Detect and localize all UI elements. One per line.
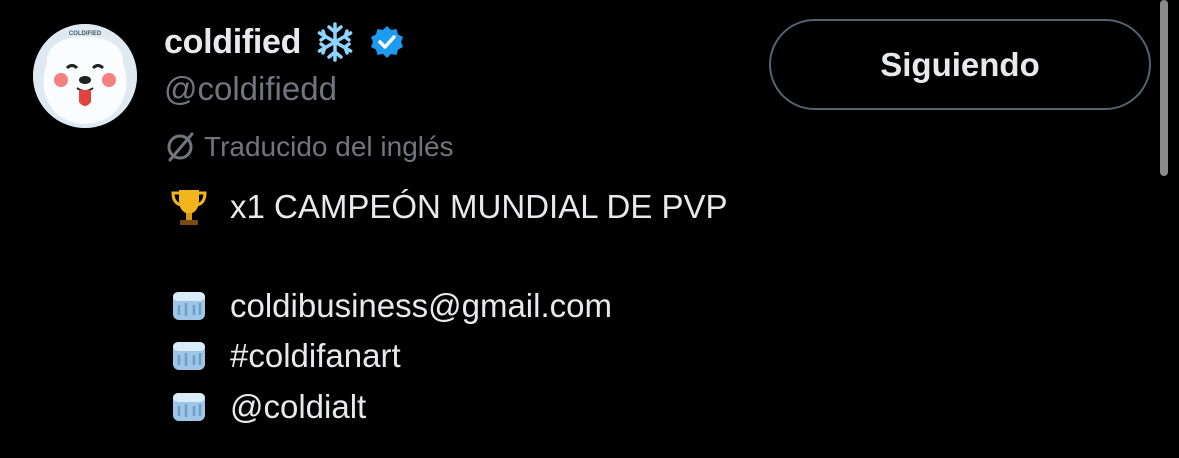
avatar-label: COLDIFIED	[69, 31, 102, 37]
scrollbar-thumb[interactable]	[1160, 0, 1168, 176]
following-button[interactable]: Siguiendo	[769, 19, 1151, 110]
user-handle[interactable]: @coldifiedd	[164, 70, 337, 108]
name-row: coldified	[164, 20, 405, 64]
translation-notice[interactable]: Traducido del inglés	[164, 128, 454, 166]
trophy-icon	[166, 184, 212, 230]
snowflake-icon	[313, 20, 357, 64]
bio-line-hashtag: #coldifanart	[166, 333, 401, 379]
ice-cube-icon	[166, 283, 212, 329]
bio-headline: x1 CAMPEÓN MUNDIAL DE PVP	[166, 184, 728, 230]
bio-hashtag-link[interactable]: #coldifanart	[230, 337, 401, 375]
bio-line-email: coldibusiness@gmail.com	[166, 283, 612, 329]
bio-line-mention: @coldialt	[166, 384, 366, 430]
bio-headline-text: x1 CAMPEÓN MUNDIAL DE PVP	[230, 188, 728, 225]
dog-avatar-icon: COLDIFIED	[33, 24, 137, 128]
display-name[interactable]: coldified	[164, 23, 301, 62]
verified-badge-icon[interactable]	[369, 24, 405, 60]
avatar[interactable]: COLDIFIED	[33, 24, 137, 128]
ice-cube-icon	[166, 333, 212, 379]
translate-slash-icon	[164, 131, 196, 163]
bio-email-link[interactable]: coldibusiness@gmail.com	[230, 287, 612, 325]
bio-mention-link[interactable]: @coldialt	[230, 388, 366, 426]
ice-cube-icon	[166, 384, 212, 430]
translation-label: Traducido del inglés	[204, 131, 454, 162]
